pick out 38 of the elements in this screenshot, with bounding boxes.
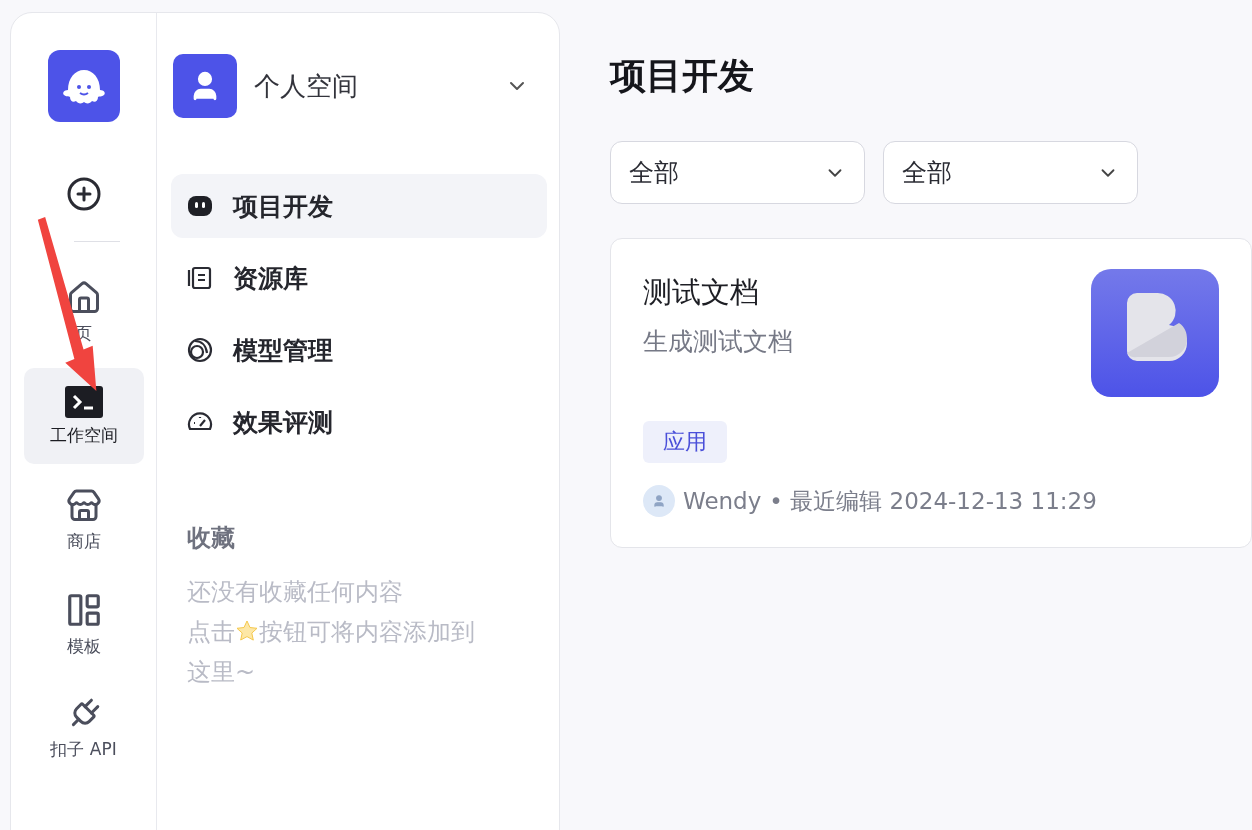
app-icon <box>1091 269 1219 397</box>
type-tag: 应用 <box>643 421 727 463</box>
nav-item[interactable]: 模型管理 <box>171 318 547 382</box>
author-avatar <box>643 485 675 517</box>
rail-item[interactable]: 工作空间 <box>23 368 144 464</box>
rail-item[interactable]: 商店 <box>23 472 144 568</box>
terminal-icon <box>64 385 103 418</box>
empty-message: 还没有收藏任何内容 <box>187 578 403 606</box>
filter-select[interactable]: 全部 <box>610 141 865 204</box>
nav-item[interactable]: 效果评测 <box>171 390 547 454</box>
rail-item[interactable]: 模板 <box>23 576 144 672</box>
hint-text: 这里~ <box>187 658 256 686</box>
star-icon <box>235 619 259 643</box>
nav-item[interactable]: 项目开发 <box>171 174 547 238</box>
edit-time: • 最近编辑 2024-12-13 11:29 <box>769 486 1097 516</box>
book-icon <box>187 265 213 291</box>
rings-icon <box>187 337 213 363</box>
hint-text: 按钮可将内容添加到 <box>259 618 475 646</box>
ghost-logo[interactable] <box>47 50 120 122</box>
rail-label: 扣子 API <box>50 737 117 761</box>
create-button[interactable] <box>65 176 102 212</box>
author-name: Wendy <box>683 488 762 514</box>
card-description: 生成测试文档 <box>643 326 793 358</box>
hint-text: 点击 <box>187 618 235 646</box>
page-title: 项目开发 <box>610 54 755 98</box>
space-name: 个人空间 <box>254 69 359 103</box>
project-card[interactable]: 测试文档 生成测试文档 应用 Wendy • 最近编辑 2024-12-13 11:29 <box>610 238 1252 548</box>
robot-icon <box>187 195 213 217</box>
rail-label: 模板 <box>66 634 101 658</box>
filter-select[interactable]: 全部 <box>883 141 1138 204</box>
rail-label: 工作空间 <box>49 423 118 447</box>
favorites-title: 收藏 <box>187 523 236 554</box>
user-avatar <box>173 54 237 118</box>
rail-item[interactable]: 扣子 API <box>23 680 144 776</box>
rail-label: 商店 <box>66 529 101 553</box>
nav-item[interactable]: 资源库 <box>171 246 547 310</box>
card-title: 测试文档 <box>643 274 760 311</box>
store-icon <box>65 487 102 524</box>
